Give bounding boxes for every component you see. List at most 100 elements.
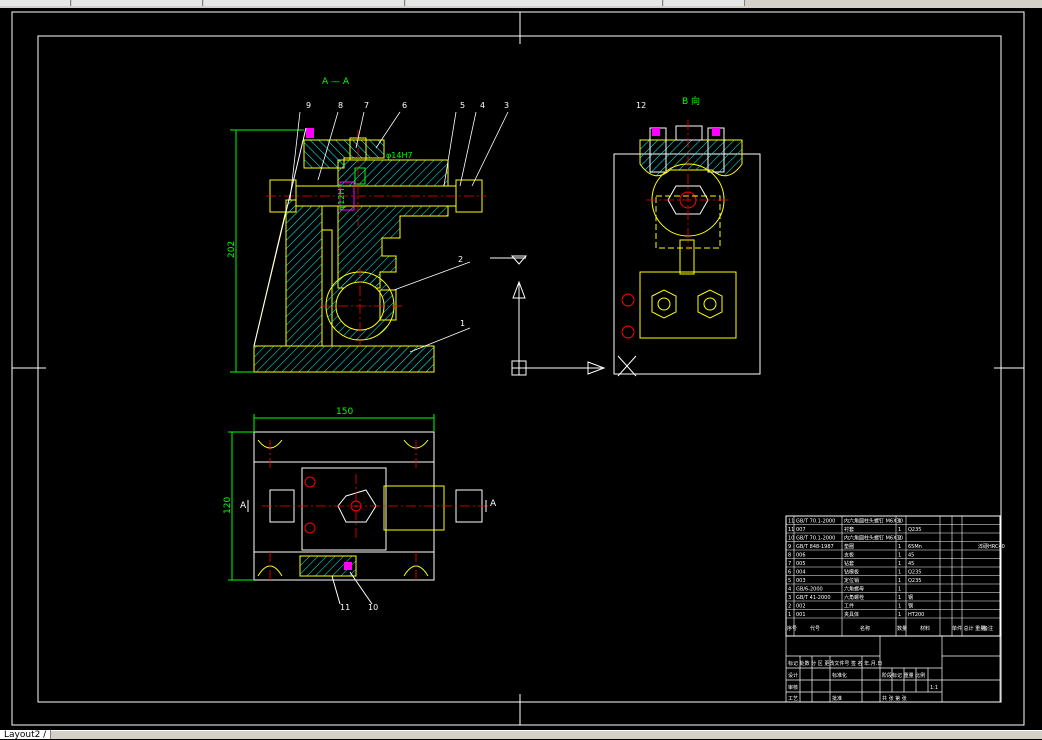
parts-cell-code: 005 (796, 561, 806, 567)
dim-width-150: 150 (336, 407, 353, 417)
parts-header-no: 序号 (787, 625, 797, 632)
parts-cell-code: GB/T 848-1987 (796, 544, 834, 550)
parts-cell-qty: 1 (898, 604, 901, 610)
title-block-scale: 1:1 (930, 685, 938, 691)
balloon-9: 9 (306, 101, 311, 110)
parts-cell-no: 1 (788, 612, 791, 618)
title-block (785, 635, 1001, 703)
parts-cell-code: GB/T 41-2000 (796, 595, 831, 601)
parts-cell-qty: 1 (898, 544, 901, 550)
parts-cell-qty: 1 (898, 587, 901, 593)
title-block-design: 设计 (788, 672, 798, 679)
parts-cell-qty: 1 (898, 578, 901, 584)
parts-cell-mat: Q235 (908, 578, 921, 584)
dim-height-120: 120 (223, 497, 233, 514)
parts-cell-no: 6 (788, 570, 791, 576)
parts-cell-name: 衬套 (844, 526, 854, 533)
view-b (613, 120, 761, 377)
balloon-10: 10 (368, 603, 378, 612)
parts-cell-name: 垫圈 (844, 543, 854, 550)
dim-fit-phi12: φ12H7 (337, 183, 346, 210)
parts-cell-code: 004 (796, 570, 806, 576)
parts-cell-mat: Q235 (908, 527, 921, 533)
section-aa-label: A — A (322, 77, 350, 87)
balloon-3: 3 (504, 101, 509, 110)
parts-cell-name: 工件 (844, 603, 854, 610)
view-arrows (490, 255, 606, 376)
parts-cell-qty: 1 (898, 527, 901, 533)
parts-cell-mat: 钢 (908, 603, 913, 610)
parts-cell-no: 2 (788, 604, 791, 610)
parts-cell-mat: 45 (908, 561, 914, 567)
top-toolbar-strip (0, 0, 1042, 8)
parts-cell-qty: 1 (898, 595, 901, 601)
parts-cell-qty: 2 (898, 536, 901, 542)
balloon-12: 12 (636, 101, 646, 110)
parts-cell-mat: Q235 (908, 570, 921, 576)
parts-cell-code: GB/6-2000 (796, 587, 823, 593)
parts-cell-qty: 1 (898, 553, 901, 559)
title-block-audit: 审核 (788, 684, 798, 691)
dim-height-202: 202 (227, 241, 237, 258)
parts-list: 11 GB/T 70.1-2000 内六角圆柱头螺钉 M6X30111 007 衬套 1 Q… (785, 515, 1005, 637)
section-mark-left: A (240, 501, 247, 511)
parts-cell-name: 钻模板 (844, 569, 859, 576)
parts-cell-mat: 65Mn (908, 544, 922, 550)
view-b-label: B 向 (682, 95, 700, 107)
balloon-7: 7 (364, 101, 369, 110)
title-block-standard: 标准化 (832, 672, 847, 679)
parts-cell-code: 002 (796, 604, 806, 610)
dim-fit-phi14: φ14H7 (386, 151, 413, 160)
title-block-approve: 批准 (832, 695, 842, 702)
title-block-craft: 工艺 (788, 696, 798, 702)
parts-cell-mat: HT200 (908, 612, 924, 618)
balloon-5: 5 (460, 101, 465, 110)
parts-cell-code: 003 (796, 578, 806, 584)
balloon-11: 11 (340, 603, 350, 612)
parts-cell-no: 5 (788, 578, 791, 584)
parts-cell-name: 定位销 (844, 577, 859, 584)
drawing-canvas[interactable]: A — A B 向 202 φ14H7 φ12H7 9 8 7 6 5 4 3 … (0, 8, 1042, 730)
parts-cell-name: 夹具体 (844, 611, 859, 618)
parts-cell-no: 3 (788, 595, 791, 601)
balloon-1: 1 (460, 319, 465, 328)
title-block-stage: 阶段标记 重量 比例 (882, 672, 925, 679)
parts-header-name: 名称 (860, 625, 870, 632)
title-block-row1: 标记 处数 分 区 更改文件号 签 名 年.月.日 (788, 660, 882, 667)
parts-cell-note: 淬硬HRC40 (978, 543, 1005, 550)
parts-cell-code: 007 (796, 527, 806, 533)
parts-header-code: 代号 (810, 625, 820, 632)
parts-header-note: 备注 (983, 625, 993, 632)
parts-cell-no: 9 (788, 544, 791, 550)
parts-cell-name: 支板 (844, 552, 854, 559)
parts-cell-mat: 钢 (908, 594, 913, 601)
parts-cell-qty: 1 (898, 612, 901, 618)
parts-cell-qty: 1 (898, 570, 901, 576)
section-view-aa: 202 φ14H7 φ12H7 (227, 111, 509, 373)
balloon-2: 2 (458, 255, 463, 264)
parts-cell-no: 11 (788, 527, 794, 533)
parts-cell-code: 001 (796, 612, 806, 618)
parts-cell-no: 10 (788, 536, 794, 542)
balloon-6: 6 (402, 101, 407, 110)
parts-cell-name: 内六角圆柱头螺钉 M6X30 (844, 535, 903, 542)
balloon-4: 4 (480, 101, 485, 110)
parts-header-mat: 材料 (920, 625, 930, 632)
parts-cell-code: 006 (796, 553, 806, 559)
parts-cell-name: 六角螺母 (844, 586, 864, 593)
parts-header-weight: 单件 总计 重量 (952, 625, 985, 632)
parts-cell-no: 4 (788, 587, 791, 593)
plan-view: 150 120 A A (223, 407, 497, 605)
parts-header-qty: 数量 (897, 625, 907, 632)
title-block-sheet: 共 张 第 张 (882, 695, 907, 702)
parts-cell-qty: 1 (898, 561, 901, 567)
parts-cell-no: 11 (788, 519, 794, 525)
parts-cell-qty: 1 (898, 519, 901, 525)
parts-cell-name: 内六角圆柱头螺钉 M6X30 (844, 518, 903, 525)
balloon-8: 8 (338, 101, 343, 110)
parts-cell-no: 8 (788, 553, 791, 559)
parts-cell-name: 六角螺栓 (844, 594, 864, 601)
parts-cell-code: GB/T 70.1-2000 (796, 519, 835, 525)
parts-cell-mat: 45 (908, 553, 914, 559)
parts-cell-name: 钻套 (844, 560, 854, 567)
